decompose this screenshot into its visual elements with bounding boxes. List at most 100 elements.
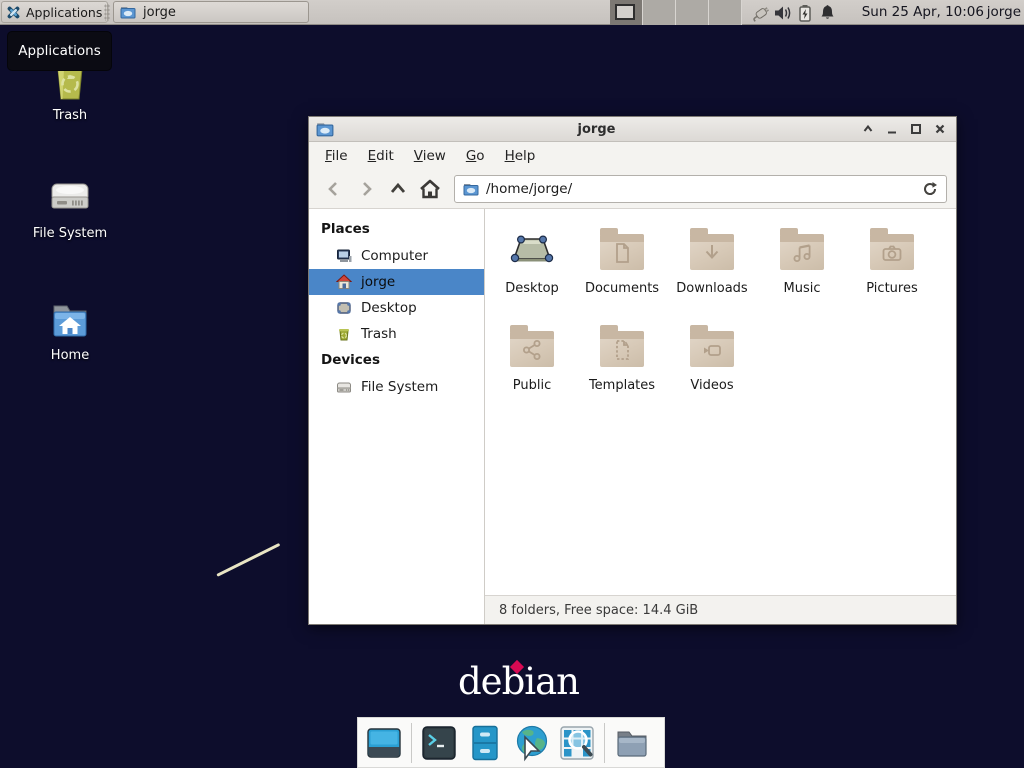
applications-menu-label: Applications bbox=[26, 5, 102, 20]
applications-menu-button[interactable]: Applications bbox=[1, 1, 108, 23]
debian-logo: debian bbox=[458, 660, 579, 703]
file-item-pictures[interactable]: Pictures bbox=[847, 219, 937, 316]
file-item-label: Downloads bbox=[676, 281, 747, 296]
sidebar-item-computer[interactable]: Computer bbox=[309, 243, 484, 269]
sidebar-item-filesystem[interactable]: File System bbox=[309, 374, 484, 400]
back-button[interactable] bbox=[318, 174, 350, 204]
sidebar-item-jorge[interactable]: jorge bbox=[309, 269, 484, 295]
file-manager-cabinet-icon[interactable] bbox=[466, 724, 504, 762]
videos-folder-icon bbox=[688, 323, 736, 371]
sidebar-item-label: Desktop bbox=[361, 300, 417, 316]
file-item-videos[interactable]: Videos bbox=[667, 316, 757, 413]
home-folder-icon bbox=[46, 294, 94, 342]
panel-drag-handle[interactable] bbox=[104, 4, 110, 21]
forward-button[interactable] bbox=[350, 174, 382, 204]
file-item-templates[interactable]: Templates bbox=[577, 316, 667, 413]
address-bar[interactable]: /home/jorge/ bbox=[454, 175, 947, 203]
desktop-icon-filesystem[interactable]: File System bbox=[22, 172, 118, 241]
tooltip-text: Applications bbox=[18, 43, 100, 59]
file-item-public[interactable]: Public bbox=[487, 316, 577, 413]
xfce-logo-icon bbox=[5, 4, 22, 21]
desktop-place-icon bbox=[336, 300, 352, 316]
workspace-window-outline bbox=[615, 4, 635, 20]
web-browser-icon[interactable] bbox=[512, 724, 550, 762]
menu-view[interactable]: View bbox=[406, 145, 454, 167]
downloads-folder-icon bbox=[688, 226, 736, 274]
documents-folder-icon bbox=[598, 226, 646, 274]
dock bbox=[357, 717, 665, 768]
window-title: jorge bbox=[340, 122, 853, 137]
download-arrow-glyph bbox=[700, 241, 724, 265]
taskbar-window-button[interactable]: jorge bbox=[113, 1, 309, 23]
sidebar-item-label: Trash bbox=[361, 326, 397, 342]
workspace-1[interactable] bbox=[610, 0, 643, 25]
sidebar-item-label: File System bbox=[361, 379, 438, 395]
file-item-label: Music bbox=[784, 281, 821, 296]
shade-button[interactable] bbox=[859, 120, 877, 138]
workspace-4[interactable] bbox=[709, 0, 742, 25]
reload-icon[interactable] bbox=[922, 181, 938, 197]
system-tray bbox=[750, 0, 838, 25]
file-item-downloads[interactable]: Downloads bbox=[667, 219, 757, 316]
show-desktop-icon[interactable] bbox=[365, 724, 403, 762]
notifications-bell-icon[interactable] bbox=[816, 4, 838, 21]
window-folder-icon bbox=[316, 120, 334, 138]
minimize-button[interactable] bbox=[883, 120, 901, 138]
template-glyph bbox=[610, 338, 634, 362]
menubar: File Edit View Go Help bbox=[309, 142, 956, 169]
sidebar: Places Computer bbox=[309, 209, 485, 624]
file-view-pane: Desktop Documents bbox=[485, 209, 956, 624]
up-button[interactable] bbox=[382, 174, 414, 204]
volume-icon[interactable] bbox=[772, 5, 794, 21]
file-item-label: Public bbox=[513, 378, 551, 393]
power-plug-icon[interactable] bbox=[750, 4, 772, 22]
workspace-3[interactable] bbox=[676, 0, 709, 25]
maximize-button[interactable] bbox=[907, 120, 925, 138]
application-finder-icon[interactable] bbox=[558, 724, 596, 762]
user-home-icon bbox=[336, 274, 352, 290]
share-glyph bbox=[520, 338, 544, 362]
home-button[interactable] bbox=[414, 174, 446, 204]
menu-go[interactable]: Go bbox=[458, 145, 493, 167]
titlebar[interactable]: jorge bbox=[309, 117, 956, 142]
statusbar: 8 folders, Free space: 14.4 GiB bbox=[485, 595, 956, 624]
file-item-desktop[interactable]: Desktop bbox=[487, 219, 577, 316]
music-folder-icon bbox=[778, 226, 826, 274]
directory-icon[interactable] bbox=[613, 724, 651, 762]
templates-folder-icon bbox=[598, 323, 646, 371]
wallpaper-artifact-line bbox=[216, 543, 280, 577]
document-glyph bbox=[610, 241, 634, 265]
file-item-label: Pictures bbox=[866, 281, 917, 296]
filesystem-drive-icon bbox=[46, 172, 94, 220]
address-input[interactable]: /home/jorge/ bbox=[486, 181, 915, 197]
desktop-icon-home[interactable]: Home bbox=[22, 294, 118, 363]
video-camera-glyph bbox=[700, 338, 724, 362]
pictures-folder-icon bbox=[868, 226, 916, 274]
taskbar-window-label: jorge bbox=[143, 5, 176, 20]
file-item-label: Templates bbox=[589, 378, 655, 393]
sidebar-item-desktop[interactable]: Desktop bbox=[309, 295, 484, 321]
drive-small-icon bbox=[336, 379, 352, 395]
menu-file[interactable]: File bbox=[317, 145, 356, 167]
menu-help[interactable]: Help bbox=[497, 145, 544, 167]
camera-glyph bbox=[880, 241, 904, 265]
workspace-2[interactable] bbox=[643, 0, 676, 25]
file-item-music[interactable]: Music bbox=[757, 219, 847, 316]
workspace-switcher bbox=[610, 0, 742, 25]
computer-icon bbox=[336, 248, 352, 264]
file-manager-window: jorge File Edit View Go Help bbox=[308, 116, 957, 625]
panel-user-button[interactable]: jorge bbox=[987, 0, 1021, 25]
close-button[interactable] bbox=[931, 120, 949, 138]
menu-edit[interactable]: Edit bbox=[360, 145, 402, 167]
sidebar-item-trash[interactable]: Trash bbox=[309, 321, 484, 347]
panel-clock[interactable]: Sun 25 Apr, 10:06 bbox=[862, 0, 984, 25]
battery-charging-icon[interactable] bbox=[794, 4, 816, 22]
desktop-icon-label: Home bbox=[22, 348, 118, 363]
devices-header: Devices bbox=[309, 347, 484, 374]
terminal-icon[interactable] bbox=[420, 724, 458, 762]
file-item-documents[interactable]: Documents bbox=[577, 219, 667, 316]
music-notes-glyph bbox=[790, 241, 814, 265]
file-item-label: Desktop bbox=[505, 281, 559, 296]
sidebar-item-label: Computer bbox=[361, 248, 428, 264]
window-body: Places Computer bbox=[309, 209, 956, 624]
